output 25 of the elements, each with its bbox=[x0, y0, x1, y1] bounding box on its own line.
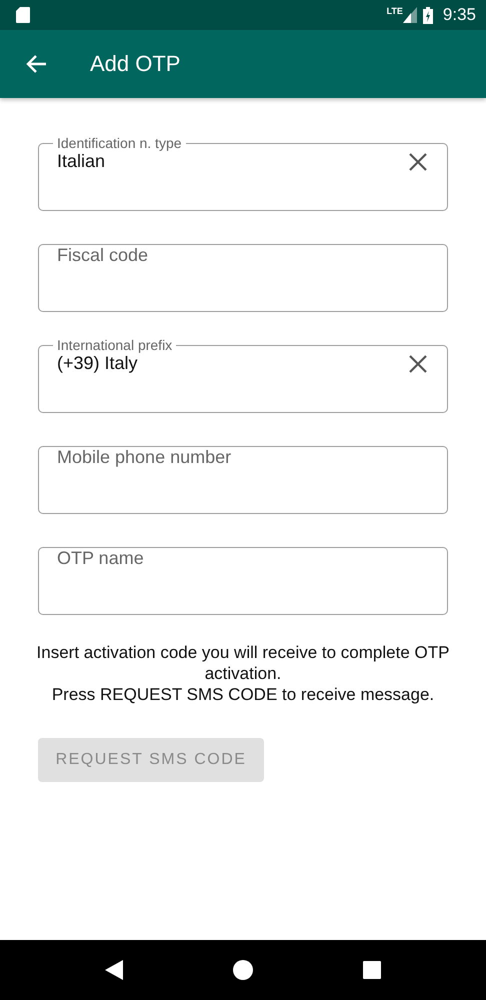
clock: 9:35 bbox=[442, 5, 476, 25]
text-field[interactable]: International prefix (+39) Italy bbox=[38, 337, 448, 413]
text-field[interactable]: Fiscal code bbox=[38, 244, 448, 312]
clear-icon[interactable] bbox=[409, 152, 427, 170]
field-value: (+39) Italy bbox=[57, 353, 139, 374]
instruction-text: Insert activation code you will receive to complete OTP activation. bbox=[36, 642, 450, 684]
screen-title: Add OTP bbox=[90, 51, 180, 77]
instruction-text: Press REQUEST SMS CODE to receive message. bbox=[50, 684, 436, 705]
field-placeholder: OTP name bbox=[57, 548, 145, 569]
back-arrow-icon[interactable] bbox=[25, 54, 47, 74]
field-label: Identification n. type bbox=[56, 135, 183, 151]
network-type: LTE bbox=[386, 6, 403, 16]
text-field[interactable]: OTP name bbox=[38, 547, 448, 615]
sd-card-icon bbox=[16, 7, 30, 23]
text-field[interactable]: Identification n. type Italian bbox=[38, 135, 448, 211]
home-icon[interactable] bbox=[233, 960, 253, 980]
signal-icon bbox=[402, 7, 417, 23]
back-icon[interactable] bbox=[105, 960, 123, 980]
battery-icon bbox=[422, 6, 433, 24]
text-field[interactable]: Mobile phone number bbox=[38, 446, 448, 514]
field-label: International prefix bbox=[56, 337, 174, 353]
field-placeholder: Mobile phone number bbox=[57, 447, 232, 468]
field-placeholder: Fiscal code bbox=[57, 245, 150, 266]
field-value: Italian bbox=[57, 151, 106, 172]
clear-icon[interactable] bbox=[409, 354, 427, 372]
